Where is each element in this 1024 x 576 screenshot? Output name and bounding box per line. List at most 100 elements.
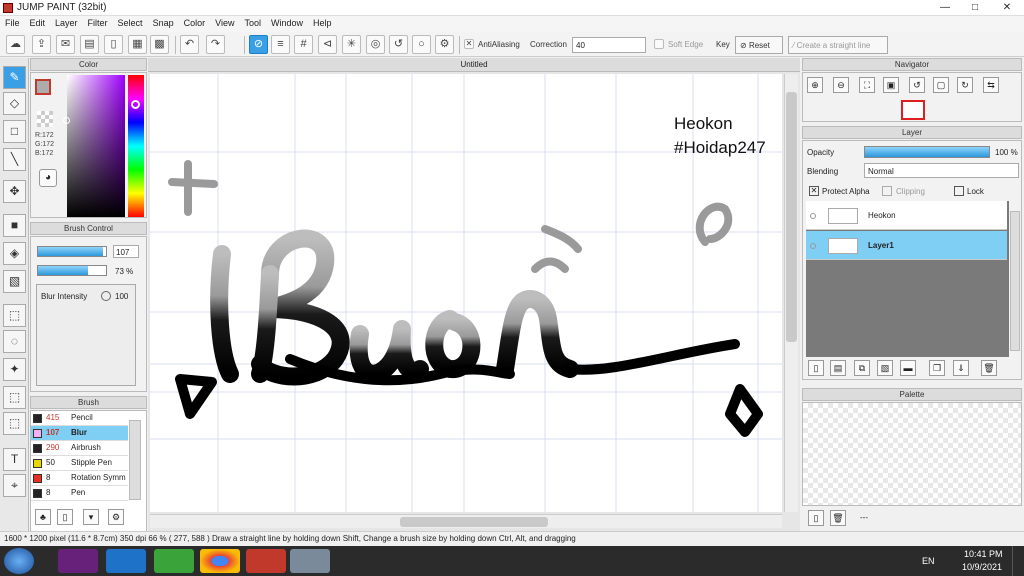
message-icon[interactable]: ▤ [80,35,99,54]
foreground-color[interactable] [35,79,51,95]
menu-snap[interactable]: Snap [148,16,179,30]
show-desktop-button[interactable] [1012,546,1024,576]
visual-studio-icon[interactable] [58,549,98,573]
snap-grid-icon[interactable]: # [294,35,313,54]
menu-view[interactable]: View [210,16,239,30]
visibility-icon[interactable] [810,213,816,219]
snap-perspective-icon[interactable]: ⊲ [318,35,337,54]
snap-off-icon[interactable]: ⊘ [249,35,268,54]
bucket-tool-icon[interactable]: ◈ [3,242,26,265]
transparent-color[interactable] [37,111,53,127]
brush-item-pencil[interactable]: 415 Pencil [31,411,128,426]
text-tool-icon[interactable]: T [3,448,26,471]
brush-menu-icon[interactable]: ▾ [83,509,99,525]
fit-screen-icon[interactable]: ▢ [933,77,949,93]
folder-icon[interactable]: ▬ [900,360,916,376]
menu-tool[interactable]: Tool [239,16,266,30]
brush-opacity-slider[interactable] [37,265,107,276]
canvas-paper[interactable]: Heokon #Hoidap247 [150,74,782,512]
brush-size-slider[interactable] [37,246,107,257]
snap-settings-icon[interactable]: ⚙ [435,35,454,54]
redo-icon[interactable]: ↷ [206,35,225,54]
snap-radial-icon[interactable]: ✳ [342,35,361,54]
fit-window-icon[interactable]: ⛶ [859,77,875,93]
coccoc-browser-icon[interactable] [154,549,194,573]
new-palette-icon[interactable]: ▯ [808,510,824,526]
operation-tool-icon[interactable]: ⌖ [3,474,26,497]
brush-item-pen[interactable]: 8 Pen [31,486,128,501]
brush-item-airbrush[interactable]: 290 Airbrush [31,441,128,456]
new-brush-icon[interactable]: ▯ [57,509,73,525]
zoom-out-icon[interactable]: ⊖ [833,77,849,93]
clipping-checkbox[interactable] [882,186,892,196]
new-folder-layer-icon[interactable]: ▤ [830,360,846,376]
snap-ellipse-icon[interactable]: ○ [412,35,431,54]
brush-stamp-icon[interactable]: ♣ [35,509,51,525]
eraser-tool-icon[interactable]: ◇ [3,92,26,115]
antialiasing-checkbox[interactable]: ✕ [464,39,474,49]
select-rect-icon[interactable]: ⬚ [3,304,26,327]
menu-edit[interactable]: Edit [25,16,51,30]
layer-list-scrollbar[interactable] [1010,211,1020,351]
jump-paint-taskbar-icon[interactable] [246,549,286,573]
canvas-tab[interactable]: Untitled [148,58,800,72]
menu-filter[interactable]: Filter [83,16,113,30]
brush-list-scrollbar[interactable] [129,420,141,500]
reset-button[interactable]: ⊘ Reset [735,36,783,54]
fill-rect-tool-icon[interactable]: ■ [3,214,26,237]
new-layer-icon[interactable]: ▯ [808,360,824,376]
flip-icon[interactable]: ⇆ [983,77,999,93]
rotate-left-icon[interactable]: ↺ [909,77,925,93]
undo-icon[interactable]: ↶ [180,35,199,54]
blur-intensity-knob[interactable] [101,291,111,301]
share-icon[interactable]: ⇪ [32,35,51,54]
snap-parallel-icon[interactable]: ≡ [271,35,290,54]
actual-size-icon[interactable]: ▣ [883,77,899,93]
page-icon[interactable]: ▦ [128,35,147,54]
menu-select[interactable]: Select [113,16,148,30]
blending-select[interactable]: Normal [864,163,1019,178]
gradient-tool-icon[interactable]: ▧ [3,270,26,293]
comment-icon[interactable]: ✉ [56,35,75,54]
brush-tool-icon[interactable]: ✎ [3,66,26,89]
start-button-icon[interactable] [4,548,34,574]
palette-icon[interactable]: ◕ [39,169,57,187]
select-eraser-icon[interactable]: ⬚ [3,412,26,435]
brush-item-blur[interactable]: 107 Blur [31,426,128,441]
rotate-right-icon[interactable]: ↻ [957,77,973,93]
snap-curve-icon[interactable]: ↺ [389,35,408,54]
menu-color[interactable]: Color [179,16,211,30]
paint-app-icon[interactable] [290,549,330,573]
navigator-preview[interactable] [901,100,925,120]
visibility-icon[interactable] [810,243,816,249]
duplicate-layer-icon[interactable]: ❐ [929,360,945,376]
brush-settings-icon[interactable]: ⚙ [108,509,124,525]
language-indicator[interactable]: EN [922,556,935,566]
canvas-vertical-scrollbar[interactable] [784,74,798,512]
lock-checkbox[interactable] [954,186,964,196]
menu-layer[interactable]: Layer [50,16,83,30]
zoom-in-icon[interactable]: ⊕ [807,77,823,93]
maximize-button[interactable]: □ [960,0,990,16]
protect-alpha-checkbox[interactable]: ✕ [809,186,819,196]
delete-layer-icon[interactable]: 🗑 [981,360,997,376]
merge-layer-icon[interactable]: ⇓ [953,360,969,376]
menu-file[interactable]: File [0,16,25,30]
brush-item-rotation-symm[interactable]: 8 Rotation Symm [31,471,128,486]
layer-row-layer1[interactable]: Layer1 [806,231,1007,260]
lasso-tool-icon[interactable]: ◌ [3,330,26,353]
straight-line-button[interactable]: ⁄ Create a straight line [788,36,888,54]
brush-size-value[interactable]: 107 [113,245,139,258]
move-tool-icon[interactable]: ✥ [3,180,26,203]
chrome-icon[interactable] [200,549,240,573]
menu-window[interactable]: Window [266,16,308,30]
copy-layer-icon[interactable]: ⧉ [854,360,870,376]
select-pen-icon[interactable]: ⬚ [3,386,26,409]
canvas-horizontal-scrollbar[interactable] [150,514,782,528]
rect-tool-icon[interactable]: □ [3,120,26,143]
snap-circle-icon[interactable]: ◎ [366,35,385,54]
internet-explorer-icon[interactable] [106,549,146,573]
minimize-button[interactable]: — [930,0,960,16]
close-button[interactable]: ✕ [992,0,1022,16]
tone-layer-icon[interactable]: ▧ [877,360,893,376]
